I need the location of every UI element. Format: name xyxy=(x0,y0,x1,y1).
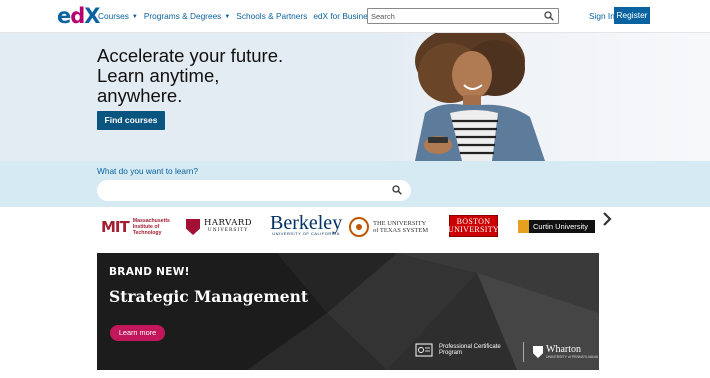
hero-title: Accelerate your future. Learn anytime, a… xyxy=(97,45,284,106)
wharton-logo: Wharton UNIVERSITY of PENNSYLVANIA xyxy=(533,345,598,359)
harvard-shield-icon xyxy=(186,219,200,235)
chevron-down-icon: ▼ xyxy=(131,14,138,20)
header-search xyxy=(367,8,559,24)
harvard-text: HARVARD UNIVERSITY xyxy=(204,219,252,235)
logo-letter-d: d xyxy=(70,4,85,28)
boston-university-logo[interactable]: BOSTON UNIVERSITY xyxy=(448,215,499,237)
mit-mark: MIT xyxy=(101,218,130,236)
certificate-label: Professional Certificate Program xyxy=(415,343,511,357)
certificate-text: Professional Certificate Program xyxy=(439,343,501,357)
ut-system-name: THE UNIVERSITY of TEXAS SYSTEM xyxy=(373,220,429,234)
curtin-logo[interactable]: Curtin University xyxy=(518,220,595,233)
bu-line2: UNIVERSITY xyxy=(448,225,499,234)
learn-more-button[interactable]: Learn more xyxy=(110,325,165,341)
site-header: edX Courses ▼ Programs & Degrees ▼ Schools… xyxy=(0,0,710,33)
promo-banner[interactable]: BRAND NEW! Strategic Management Learn mo… xyxy=(97,253,599,370)
certificate-icon xyxy=(415,343,433,357)
chevron-right-icon[interactable] xyxy=(602,212,612,226)
sign-in-link[interactable]: Sign In xyxy=(589,11,615,21)
ut-system-logo[interactable]: THE UNIVERSITY of TEXAS SYSTEM xyxy=(349,215,433,239)
nav-courses-label: Courses xyxy=(98,11,129,21)
search-icon[interactable] xyxy=(392,185,402,195)
ut-seal-icon xyxy=(349,217,369,237)
logo-letter-e: e xyxy=(57,4,71,28)
hero-section: Accelerate your future. Learn anytime, a… xyxy=(0,33,710,161)
wharton-shield-icon xyxy=(533,346,543,358)
mit-logo[interactable]: MIT Massachusetts Institute of Technolog… xyxy=(101,215,183,239)
harvard-logo[interactable]: HARVARD UNIVERSITY xyxy=(186,215,252,239)
banner-kicker: BRAND NEW! xyxy=(109,266,190,278)
nav-programs-degrees[interactable]: Programs & Degrees ▼ xyxy=(144,11,230,21)
search-icon[interactable] xyxy=(544,11,554,21)
nav-schools-partners[interactable]: Schools & Partners xyxy=(236,11,307,21)
find-courses-button[interactable]: Find courses xyxy=(97,111,165,130)
berkeley-sub: UNIVERSITY OF CALIFORNIA xyxy=(272,231,340,236)
harvard-sub: UNIVERSITY xyxy=(207,228,249,233)
wharton-name: Wharton xyxy=(546,344,581,355)
register-button[interactable]: Register xyxy=(614,7,650,24)
learn-search-section: What do you want to learn? xyxy=(0,161,710,207)
edx-logo[interactable]: edX xyxy=(57,4,101,28)
banner-title: Strategic Management xyxy=(109,287,309,306)
banner-divider xyxy=(523,342,524,362)
curtin-name: Curtin University xyxy=(533,222,589,231)
berkeley-logo[interactable]: Berkeley UNIVERSITY OF CALIFORNIA xyxy=(270,212,343,239)
course-search-input[interactable] xyxy=(97,180,411,201)
mit-name: Massachusetts Institute of Technology xyxy=(132,218,170,236)
learn-search-label: What do you want to learn? xyxy=(97,166,199,176)
harvard-name: HARVARD xyxy=(204,218,253,228)
wharton-sub: UNIVERSITY of PENNSYLVANIA xyxy=(546,355,599,359)
nav-courses[interactable]: Courses ▼ xyxy=(98,11,138,21)
curtin-badge-icon xyxy=(518,220,529,233)
berkeley-name: Berkeley xyxy=(270,212,343,234)
chevron-down-icon: ▼ xyxy=(224,14,231,20)
header-search-input[interactable] xyxy=(371,10,541,22)
hero-photo xyxy=(380,33,710,161)
main-nav: Courses ▼ Programs & Degrees ▼ Schools & P… xyxy=(98,11,376,21)
nav-programs-label: Programs & Degrees xyxy=(143,11,222,21)
